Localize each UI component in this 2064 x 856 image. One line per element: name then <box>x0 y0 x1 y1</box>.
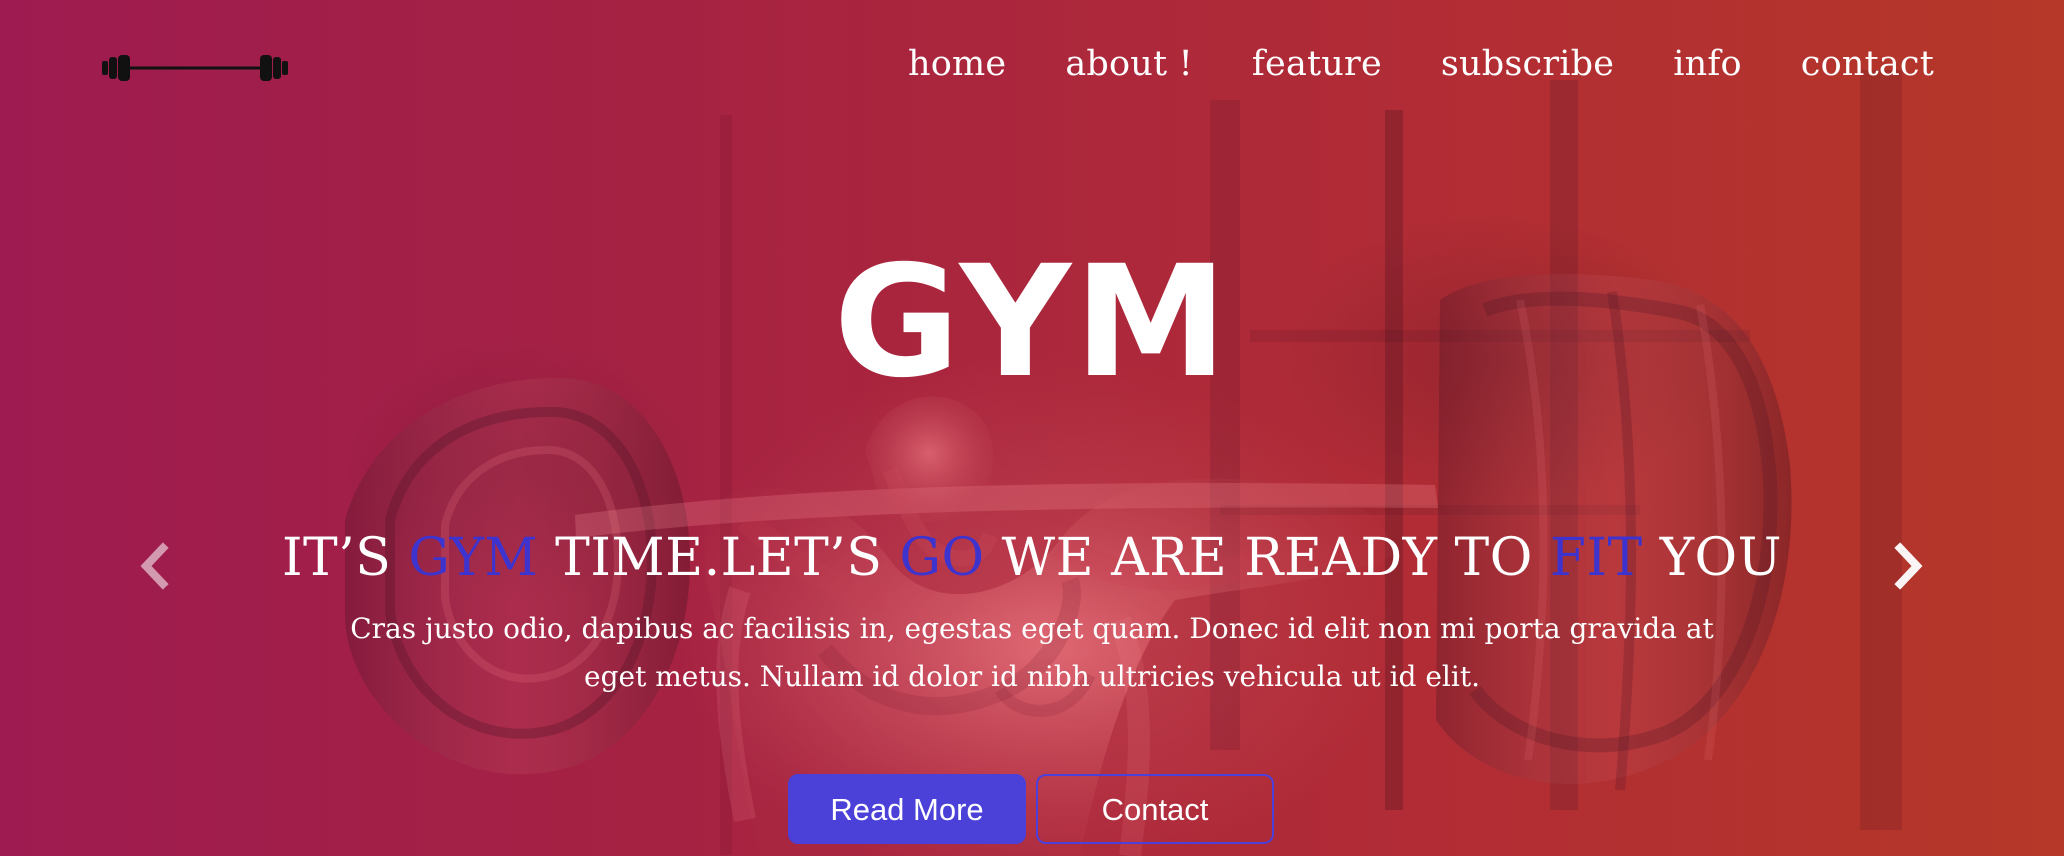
nav-link-home[interactable]: home <box>908 40 1006 88</box>
main-navigation: home about ! feature subscribe info cont… <box>908 40 1934 88</box>
barbell-icon[interactable] <box>101 52 289 84</box>
hero-subtitle-highlight-gym: GYM <box>408 528 539 588</box>
nav-link-info[interactable]: info <box>1673 40 1742 88</box>
weightlifter-background-image <box>0 0 2064 856</box>
hero-title: GYM <box>833 233 1231 412</box>
hero-buttons: Read More Contact <box>788 774 1274 844</box>
nav-link-subscribe[interactable]: subscribe <box>1441 40 1614 88</box>
hero-subtitle-text: TIME.LET’S <box>538 528 900 588</box>
hero-subtitle-text: IT’S <box>282 528 409 588</box>
nav-link-about[interactable]: about ! <box>1065 40 1193 88</box>
hero-description: Cras justo odio, dapibus ac facilisis in… <box>350 612 1714 693</box>
hero-subtitle-highlight-fit: FIT <box>1549 528 1643 588</box>
hero-subtitle-text: YOU <box>1642 528 1782 588</box>
hero-subtitle-text: WE ARE READY TO <box>984 528 1550 588</box>
contact-button[interactable]: Contact <box>1036 774 1274 844</box>
chevron-right-icon[interactable] <box>1891 542 1927 590</box>
hero-subtitle: IT’S GYM TIME.LET’S GO WE ARE READY TO F… <box>0 525 2064 591</box>
hero-slide: home about ! feature subscribe info cont… <box>0 0 2064 856</box>
nav-link-feature[interactable]: feature <box>1252 40 1382 88</box>
nav-link-contact[interactable]: contact <box>1801 40 1934 88</box>
chevron-left-icon[interactable] <box>136 542 172 590</box>
hero-subtitle-highlight-go: GO <box>899 528 985 588</box>
read-more-button[interactable]: Read More <box>788 774 1026 844</box>
